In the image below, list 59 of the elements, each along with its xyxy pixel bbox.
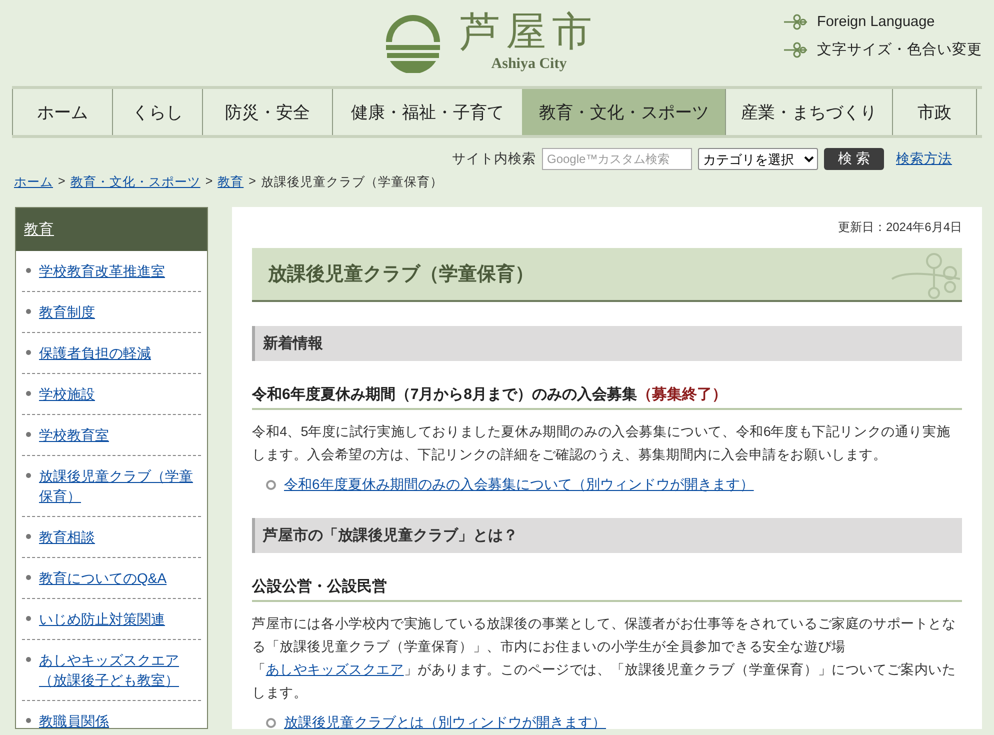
bullet-icon: [26, 268, 31, 273]
bullet-icon: [26, 657, 31, 662]
bullet-icon: [26, 309, 31, 314]
section-heading: 新着情報: [252, 326, 962, 361]
circle-bullet-icon: [266, 718, 276, 728]
sidebar-link[interactable]: 教職員関係: [39, 711, 109, 728]
sidebar-link[interactable]: あしやキッズスクエア（放課後子ども教室）: [39, 650, 201, 690]
subsection-heading: 令和6年度夏休み期間（7月から8月まで）のみの入会募集（募集終了）: [252, 385, 962, 410]
site-subtitle: Ashiya City: [490, 56, 568, 73]
nav-tab[interactable]: 教育・文化・スポーツ: [522, 89, 725, 135]
content-link[interactable]: 令和6年度夏休み期間のみの入会募集について（別ウィンドウが開きます）: [284, 476, 754, 494]
nav-tab[interactable]: くらし: [112, 89, 202, 135]
bullet-icon: [26, 616, 31, 621]
paragraph: 令和4、5年度に試行実施しておりました夏休み期間のみの入会募集について、令和6年度も下記リンクの通り実施します。入会希望の方は、下記リンクの詳細をご確認のうえ、募集期間内に入会申請をお願いします。: [252, 423, 952, 464]
bullet-icon: [26, 534, 31, 539]
breadcrumb-separator: >: [248, 174, 256, 190]
text-link[interactable]: あしやキッズスクエア: [266, 662, 404, 677]
sidebar-link[interactable]: 学校教育室: [39, 425, 109, 445]
breadcrumb-link[interactable]: 教育: [218, 174, 244, 191]
search-button[interactable]: 検 索: [824, 148, 884, 170]
site-title: 芦屋市: [460, 10, 598, 54]
ornament-icon: [783, 14, 809, 30]
ornament-icon: [783, 42, 809, 58]
sidebar-title[interactable]: 教育: [16, 208, 207, 251]
section-heading: 芦屋市の「放課後児童クラブ」とは？: [252, 518, 962, 553]
subsection-heading: 公設公営・公設民営: [252, 577, 962, 602]
sidebar-link[interactable]: 学校教育改革推進室: [39, 261, 165, 281]
search-label: サイト内検索: [452, 150, 536, 168]
sidebar-link[interactable]: 保護者負担の軽減: [39, 343, 151, 363]
header-link[interactable]: Foreign Language: [817, 14, 935, 30]
bullet-icon: [26, 473, 31, 478]
sidebar-link[interactable]: 学校施設: [39, 384, 95, 404]
category-select[interactable]: カテゴリを選択: [698, 148, 818, 170]
bullet-icon: [26, 718, 31, 723]
breadcrumb-link[interactable]: ホーム: [14, 174, 53, 191]
breadcrumb-separator: >: [205, 174, 213, 190]
nav-tab[interactable]: 産業・まちづくり: [725, 89, 892, 135]
bullet-icon: [26, 575, 31, 580]
bullet-icon: [26, 432, 31, 437]
breadcrumb-separator: >: [58, 174, 66, 190]
header-link[interactable]: 文字サイズ・色合い変更: [817, 40, 982, 59]
circle-bullet-icon: [266, 480, 276, 490]
sidebar-link[interactable]: 放課後児童クラブ（学童保育）: [39, 466, 201, 506]
search-help-link[interactable]: 検索方法: [896, 150, 952, 168]
bullet-icon: [26, 391, 31, 396]
breadcrumb-current: 放課後児童クラブ（学童保育）: [260, 174, 443, 191]
sidebar-link[interactable]: 教育についてのQ&A: [39, 568, 167, 588]
page-title: 放課後児童クラブ（学童保育）: [268, 262, 534, 287]
paragraph: 芦屋市には各小学校内で実施している放課後の事業として、保護者がお仕事等をされているご家庭のサポートとなる「放課後児童クラブ（学童保育）」、市内にお住まいの小学生が全員参加できる安全な遊び場「あしやキッズスクエア」があります。このページでは、「放課後児童クラブ（学童保育）」についてご案内いたします。: [252, 615, 957, 702]
sidebar-link[interactable]: いじめ防止対策関連: [39, 609, 165, 629]
search-field[interactable]: Google™カスタム検索: [542, 148, 692, 170]
nav-tab[interactable]: ホーム: [12, 89, 112, 135]
nav-tab[interactable]: 市政: [892, 89, 977, 135]
update-date: 更新日：2024年6月4日: [836, 219, 962, 236]
sidebar-link[interactable]: 教育制度: [39, 302, 95, 322]
nav-tab[interactable]: 防災・安全: [202, 89, 332, 135]
bullet-icon: [26, 350, 31, 355]
breadcrumb-link[interactable]: 教育・文化・スポーツ: [70, 174, 200, 191]
sidebar-link[interactable]: 教育相談: [39, 527, 95, 547]
